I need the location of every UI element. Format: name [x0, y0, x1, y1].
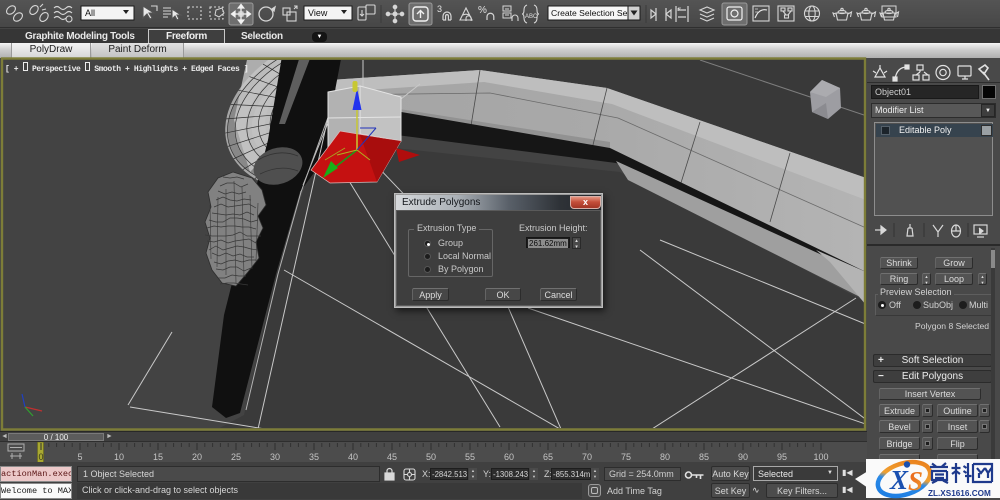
- svg-text:90: 90: [738, 452, 748, 462]
- svg-text:0: 0: [38, 452, 43, 462]
- svg-text:X: X: [889, 465, 909, 495]
- svg-text:25: 25: [231, 452, 241, 462]
- svg-text:10: 10: [114, 452, 124, 462]
- svg-text:40: 40: [348, 452, 358, 462]
- svg-text:ZL.XS1616.COM: ZL.XS1616.COM: [928, 489, 991, 498]
- svg-text:75: 75: [621, 452, 631, 462]
- svg-text:15: 15: [153, 452, 163, 462]
- svg-text:70: 70: [582, 452, 592, 462]
- svg-text:30: 30: [270, 452, 280, 462]
- svg-text:20: 20: [192, 452, 202, 462]
- svg-text:S: S: [908, 466, 923, 496]
- svg-text:50: 50: [426, 452, 436, 462]
- svg-text:60: 60: [504, 452, 514, 462]
- svg-text:95: 95: [777, 452, 787, 462]
- svg-text:35: 35: [309, 452, 319, 462]
- svg-text:100: 100: [813, 452, 828, 462]
- svg-text:85: 85: [699, 452, 709, 462]
- svg-text:55: 55: [465, 452, 475, 462]
- svg-text:65: 65: [543, 452, 553, 462]
- svg-text:5: 5: [77, 452, 82, 462]
- svg-text:45: 45: [387, 452, 397, 462]
- svg-text:80: 80: [660, 452, 670, 462]
